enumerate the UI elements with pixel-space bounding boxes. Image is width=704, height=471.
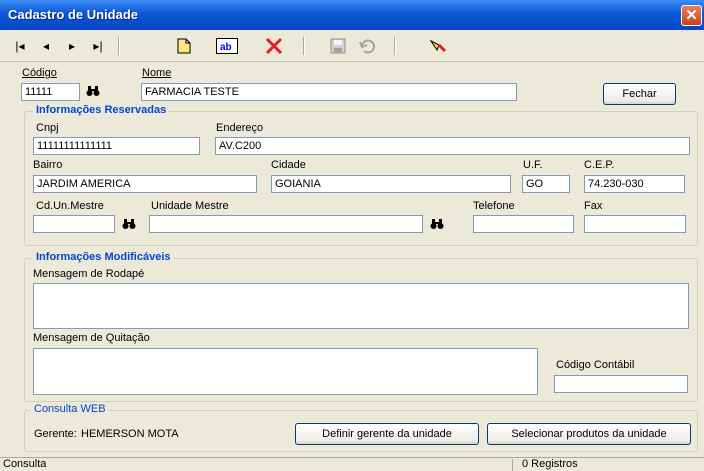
unidade-mestre-input[interactable]	[149, 215, 423, 233]
rodape-textarea[interactable]	[33, 283, 689, 329]
bairro-label: Bairro	[33, 159, 63, 171]
fax-input[interactable]	[584, 215, 686, 233]
binoculars-icon[interactable]	[430, 219, 444, 233]
cep-label: C.E.P.	[584, 159, 615, 171]
undo-icon[interactable]	[356, 35, 380, 57]
cnpj-input[interactable]: 11111111111111	[33, 137, 200, 155]
first-record-icon[interactable]: |◂	[8, 35, 32, 57]
cidade-input[interactable]: GOIANIA	[271, 175, 511, 193]
search-flashlight-icon[interactable]	[426, 35, 450, 57]
endereco-input[interactable]: AV.C200	[215, 137, 690, 155]
gerente-value: HEMERSON MOTA	[81, 428, 179, 440]
last-record-icon[interactable]: ▸|	[86, 35, 110, 57]
fax-label: Fax	[584, 200, 603, 212]
modificaveis-title: Informações Modificáveis	[33, 251, 174, 263]
toolbar-separator	[118, 37, 120, 55]
gerente-label: Gerente:	[34, 428, 77, 440]
close-icon[interactable]: ✕	[681, 5, 702, 26]
window-title: Cadastro de Unidade	[8, 7, 139, 22]
svg-text:ab: ab	[220, 42, 232, 53]
status-records: 0 Registros	[522, 458, 578, 470]
selecionar-produtos-button[interactable]: Selecionar produtos da unidade	[487, 423, 691, 445]
consulta-web-title: Consulta WEB	[31, 403, 109, 415]
cidade-label: Cidade	[271, 159, 306, 171]
codigo-contabil-input[interactable]	[554, 375, 688, 393]
codigo-label: Código	[22, 67, 57, 79]
endereco-label: Endereço	[216, 122, 264, 134]
toolbar-separator	[394, 37, 396, 55]
reservadas-title: Informações Reservadas	[33, 104, 170, 116]
telefone-input[interactable]	[473, 215, 574, 233]
save-disk-icon[interactable]	[326, 35, 350, 57]
delete-x-icon[interactable]	[262, 35, 286, 57]
quitacao-label: Mensagem de Quitação	[33, 332, 150, 344]
fechar-button[interactable]: Fechar	[603, 83, 676, 105]
title-bar: Cadastro de Unidade ✕	[0, 0, 704, 30]
cnpj-label: Cnpj	[36, 122, 59, 134]
uf-label: U.F.	[523, 159, 543, 171]
definir-gerente-button[interactable]: Definir gerente da unidade	[295, 423, 479, 445]
nome-input[interactable]: FARMACIA TESTE	[141, 83, 517, 101]
toolbar-separator	[303, 37, 305, 55]
codigo-input[interactable]: 11111	[21, 83, 80, 101]
new-document-icon[interactable]	[172, 35, 196, 57]
status-mode: Consulta	[3, 458, 47, 470]
status-divider	[512, 459, 513, 471]
next-record-icon[interactable]: ▸	[60, 35, 84, 57]
nome-label: Nome	[142, 67, 172, 79]
cep-input[interactable]: 74.230-030	[584, 175, 685, 193]
binoculars-icon[interactable]	[122, 219, 136, 233]
rodape-label: Mensagem de Rodapé	[33, 268, 145, 280]
edit-field-icon[interactable]: ab	[214, 35, 240, 57]
status-bar: Consulta 0 Registros	[0, 457, 704, 471]
previous-record-icon[interactable]: ◂	[34, 35, 58, 57]
telefone-label: Telefone	[473, 200, 515, 212]
toolbar: |◂ ◂ ▸ ▸| ab	[0, 31, 704, 62]
cdun-mestre-label: Cd.Un.Mestre	[36, 200, 104, 212]
cdun-mestre-input[interactable]	[33, 215, 115, 233]
codigo-contabil-label: Código Contábil	[556, 359, 635, 371]
quitacao-textarea[interactable]	[33, 348, 538, 395]
binoculars-icon[interactable]	[86, 86, 100, 100]
unidade-mestre-label: Unidade Mestre	[151, 200, 229, 212]
bairro-input[interactable]: JARDIM AMERICA	[33, 175, 257, 193]
uf-input[interactable]: GO	[522, 175, 570, 193]
